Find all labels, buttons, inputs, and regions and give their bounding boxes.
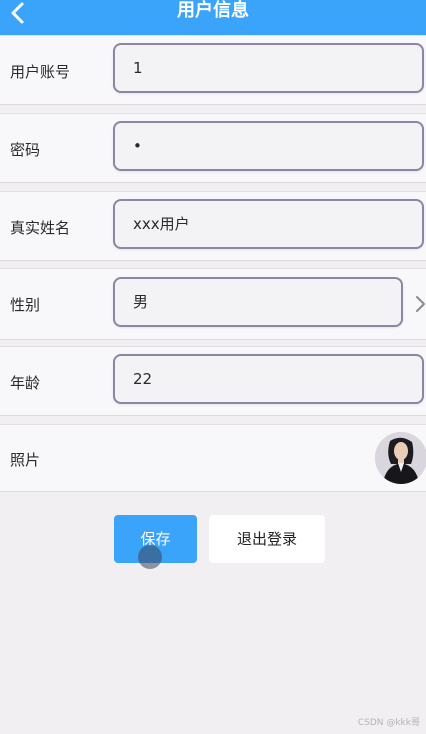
user-avatar[interactable] (375, 432, 426, 484)
real-name-label: 真实姓名 (10, 219, 71, 237)
account-input[interactable]: 1 (113, 43, 424, 93)
photo-label: 照片 (10, 451, 41, 469)
avatar-image (375, 432, 426, 484)
chevron-right-icon[interactable] (413, 293, 426, 315)
save-button[interactable]: 保存 (114, 515, 197, 563)
gender-select[interactable]: 男 (113, 277, 403, 327)
real-name-row: 真实姓名 xxx用户 (0, 191, 426, 261)
app-header: 用户信息 (0, 0, 426, 35)
account-label: 用户账号 (10, 63, 71, 81)
photo-row: 照片 (0, 424, 426, 492)
age-label: 年龄 (10, 374, 41, 392)
gender-label: 性别 (10, 296, 41, 314)
password-row: 密码 • (0, 113, 426, 183)
account-row: 用户账号 1 (0, 35, 426, 105)
password-label: 密码 (10, 141, 41, 159)
gender-row[interactable]: 性别 男 (0, 268, 426, 340)
age-row: 年龄 22 (0, 346, 426, 416)
real-name-input[interactable]: xxx用户 (113, 199, 424, 249)
page-title: 用户信息 (177, 0, 249, 21)
watermark: CSDN @kkk哥 (357, 718, 420, 728)
age-input[interactable]: 22 (113, 354, 424, 404)
logout-button[interactable]: 退出登录 (209, 515, 325, 563)
password-input[interactable]: • (113, 121, 424, 171)
